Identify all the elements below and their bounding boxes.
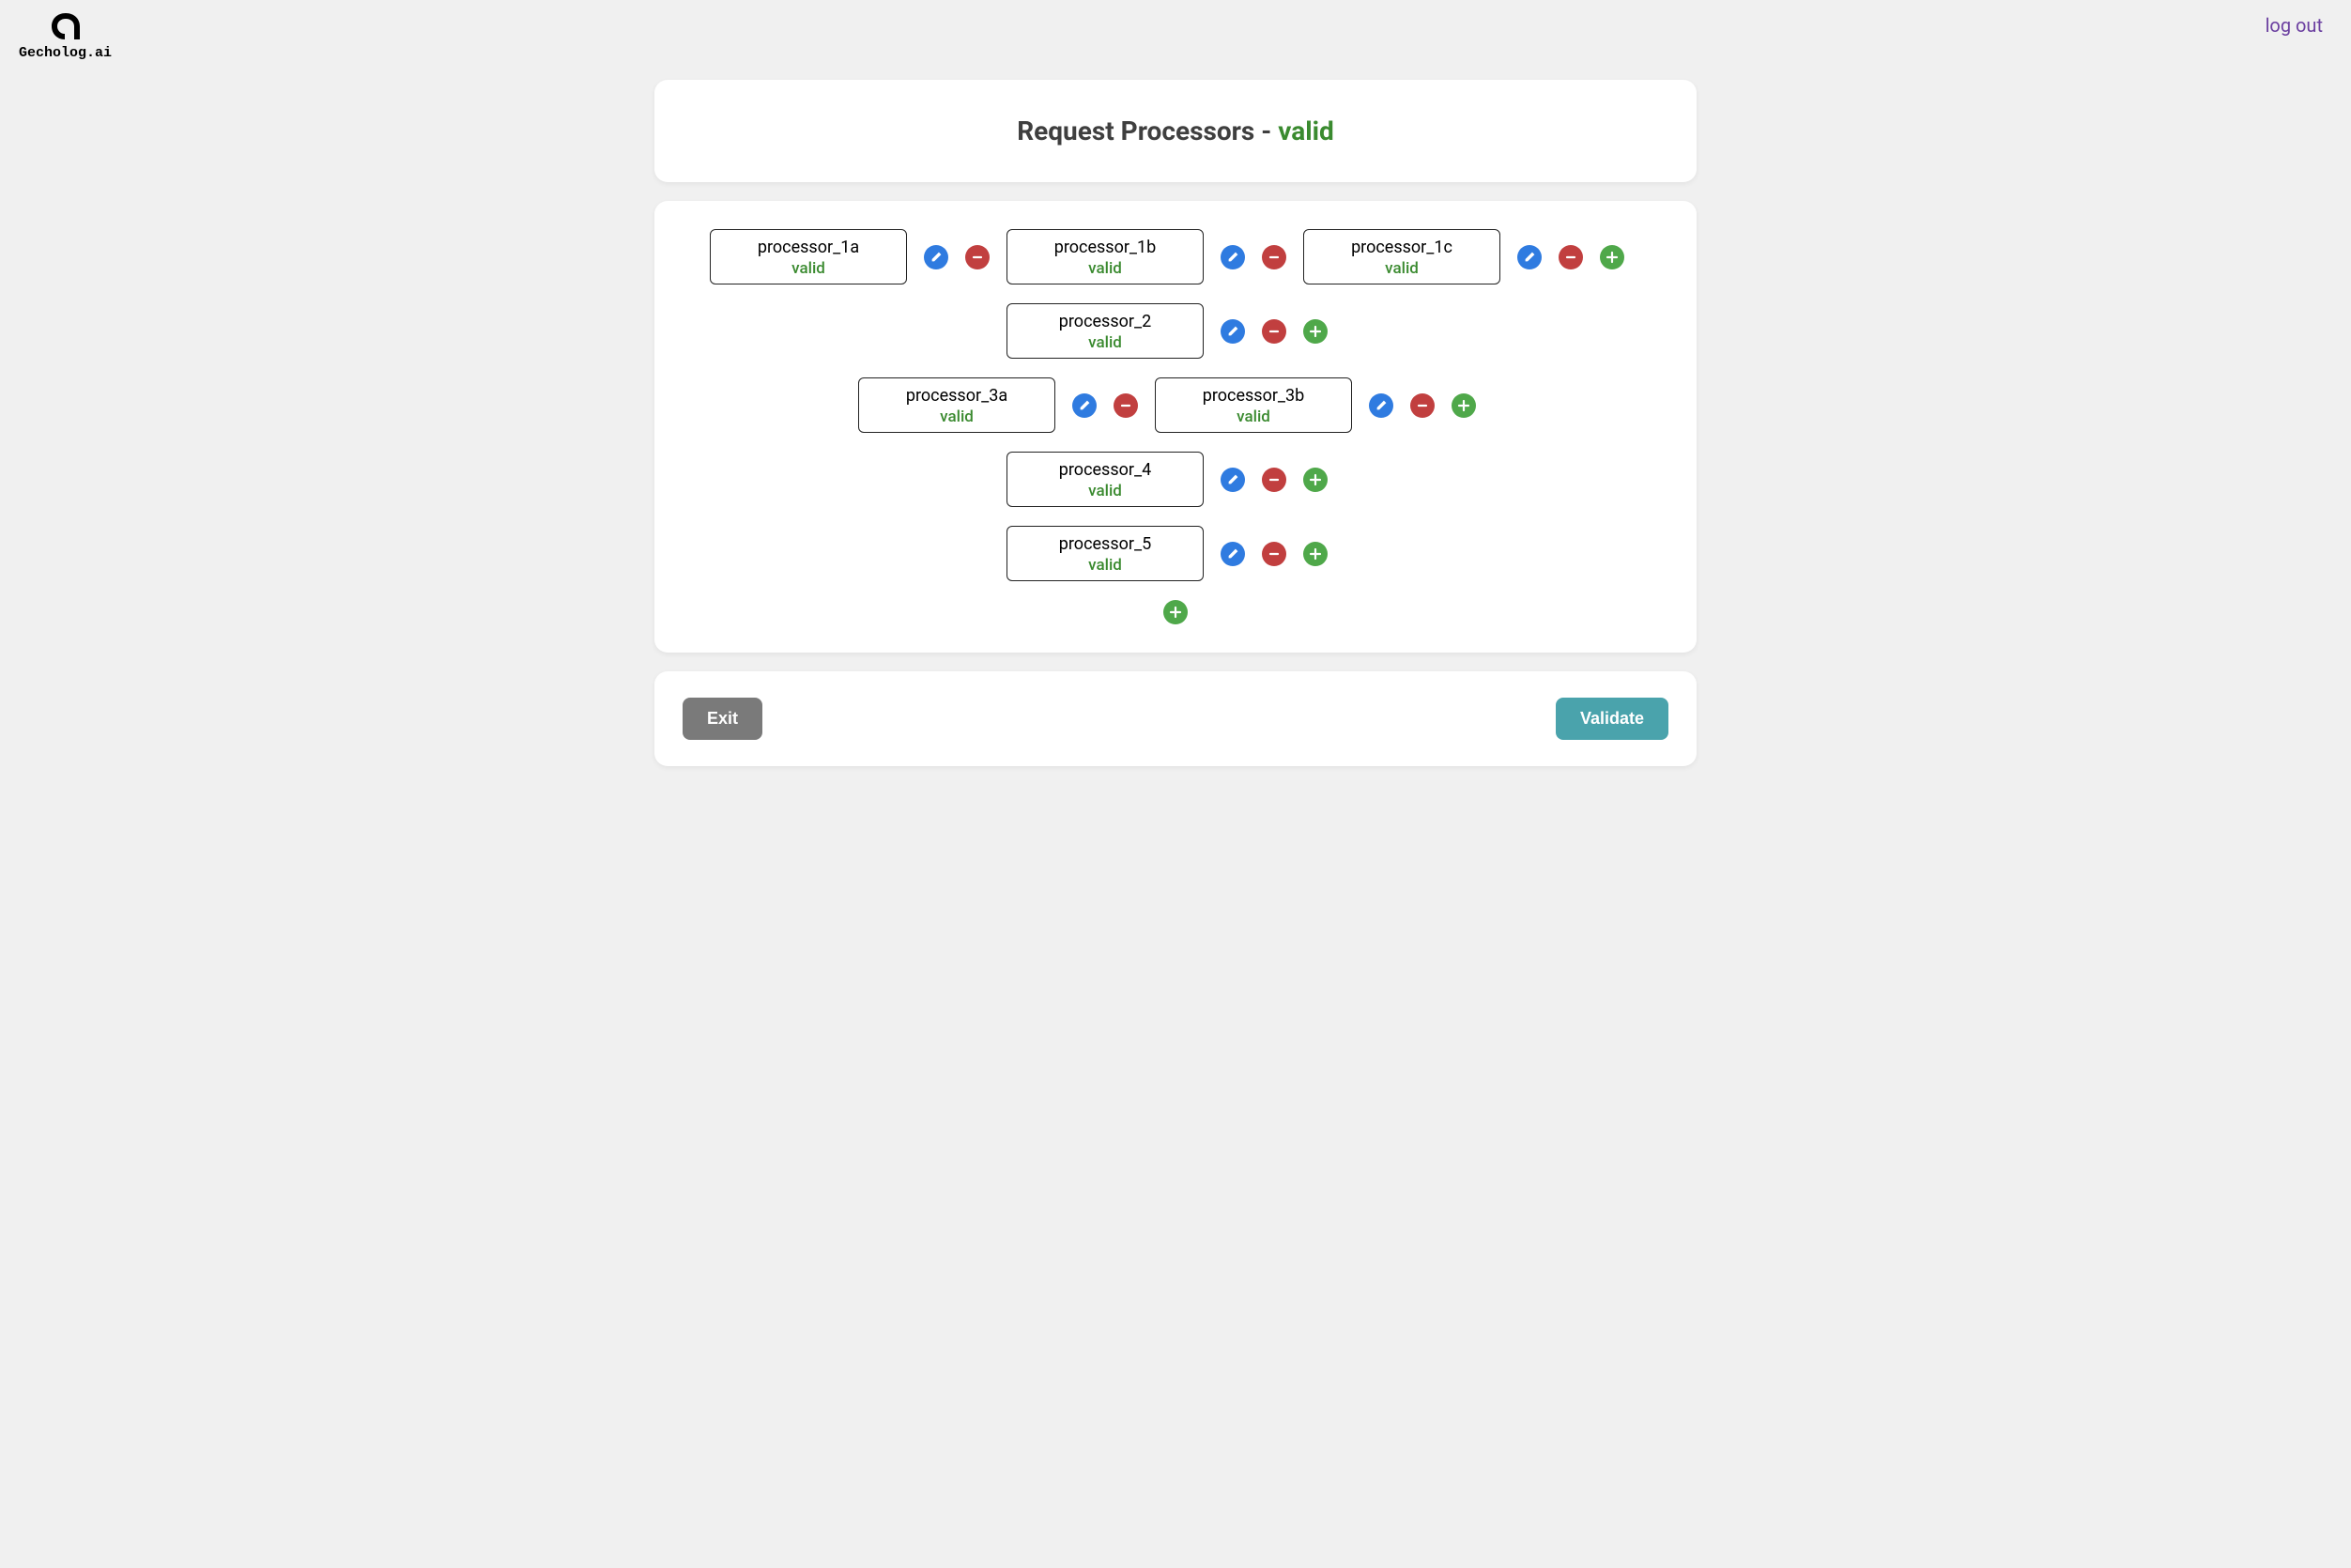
processor-name: processor_2 xyxy=(1017,312,1193,331)
processor-status: valid xyxy=(1314,259,1490,278)
processor-box[interactable]: processor_1bvalid xyxy=(1006,229,1204,284)
add-button[interactable] xyxy=(1303,542,1328,566)
minus-icon xyxy=(1564,251,1577,264)
remove-button[interactable] xyxy=(1410,393,1435,418)
edit-button[interactable] xyxy=(1221,542,1245,566)
processor-box[interactable]: processor_1avalid xyxy=(710,229,907,284)
processor-unit: processor_3bvalid xyxy=(1155,377,1476,433)
add-button[interactable] xyxy=(1600,245,1624,269)
plus-icon xyxy=(1309,547,1322,561)
processor-box[interactable]: processor_3avalid xyxy=(858,377,1055,433)
processor-unit: processor_2valid xyxy=(1006,303,1328,359)
processor-box[interactable]: processor_3bvalid xyxy=(1155,377,1352,433)
edit-button[interactable] xyxy=(1221,245,1245,269)
footer-card: Exit Validate xyxy=(654,671,1697,766)
processor-status: valid xyxy=(1165,407,1342,426)
add-button[interactable] xyxy=(1303,319,1328,344)
processor-name: processor_1a xyxy=(720,238,897,257)
pencil-icon xyxy=(930,251,943,263)
edit-button[interactable] xyxy=(1369,393,1393,418)
processor-status: valid xyxy=(868,407,1045,426)
processor-name: processor_1b xyxy=(1017,238,1193,257)
processor-status: valid xyxy=(1017,482,1193,500)
minus-icon xyxy=(1119,399,1132,412)
remove-button[interactable] xyxy=(1262,245,1286,269)
processor-box[interactable]: processor_1cvalid xyxy=(1303,229,1500,284)
processor-box[interactable]: processor_5valid xyxy=(1006,526,1204,581)
remove-button[interactable] xyxy=(1559,245,1583,269)
remove-button[interactable] xyxy=(1262,319,1286,344)
brand-logo: Gecholog.ai xyxy=(19,9,112,61)
minus-icon xyxy=(1268,325,1281,338)
minus-icon xyxy=(1416,399,1429,412)
page-status: valid xyxy=(1278,115,1334,146)
processor-row: processor_5valid xyxy=(692,526,1659,581)
processor-status: valid xyxy=(1017,556,1193,575)
processor-unit: processor_3avalid xyxy=(858,377,1138,433)
remove-button[interactable] xyxy=(1262,468,1286,492)
pencil-icon xyxy=(1524,251,1536,263)
exit-button[interactable]: Exit xyxy=(683,698,762,740)
processor-name: processor_3a xyxy=(868,386,1045,406)
minus-icon xyxy=(1268,547,1281,561)
processor-row: processor_3avalidprocessor_3bvalid xyxy=(692,377,1659,433)
processor-row: processor_2valid xyxy=(692,303,1659,359)
pencil-icon xyxy=(1227,251,1239,263)
edit-button[interactable] xyxy=(1072,393,1097,418)
add-button[interactable] xyxy=(1303,468,1328,492)
header-card: Request Processors - valid xyxy=(654,80,1697,182)
brand-name: Gecholog.ai xyxy=(19,45,112,61)
edit-button[interactable] xyxy=(1517,245,1542,269)
remove-button[interactable] xyxy=(1114,393,1138,418)
logo-icon xyxy=(44,9,87,43)
page-title-text: Request Processors - xyxy=(1017,115,1278,146)
pencil-icon xyxy=(1375,399,1388,411)
edit-button[interactable] xyxy=(924,245,948,269)
pencil-icon xyxy=(1227,547,1239,560)
plus-icon xyxy=(1309,325,1322,338)
processor-box[interactable]: processor_4valid xyxy=(1006,452,1204,507)
processor-name: processor_1c xyxy=(1314,238,1490,257)
processor-name: processor_4 xyxy=(1017,460,1193,480)
remove-button[interactable] xyxy=(965,245,990,269)
page-title: Request Processors - valid xyxy=(673,115,1678,146)
plus-icon xyxy=(1169,606,1182,619)
plus-icon xyxy=(1457,399,1470,412)
processor-unit: processor_1avalid xyxy=(710,229,990,284)
processor-unit: processor_1cvalid xyxy=(1303,229,1624,284)
processor-status: valid xyxy=(1017,259,1193,278)
processor-row: processor_4valid xyxy=(692,452,1659,507)
remove-button[interactable] xyxy=(1262,542,1286,566)
pencil-icon xyxy=(1227,325,1239,337)
plus-icon xyxy=(1606,251,1619,264)
add-button[interactable] xyxy=(1452,393,1476,418)
pencil-icon xyxy=(1227,473,1239,485)
minus-icon xyxy=(1268,251,1281,264)
processor-name: processor_5 xyxy=(1017,534,1193,554)
processor-unit: processor_4valid xyxy=(1006,452,1328,507)
processors-card: processor_1avalidprocessor_1bvalidproces… xyxy=(654,201,1697,653)
edit-button[interactable] xyxy=(1221,468,1245,492)
processor-name: processor_3b xyxy=(1165,386,1342,406)
processor-row: processor_1avalidprocessor_1bvalidproces… xyxy=(692,229,1659,284)
pencil-icon xyxy=(1079,399,1091,411)
validate-button[interactable]: Validate xyxy=(1556,698,1668,740)
minus-icon xyxy=(971,251,984,264)
edit-button[interactable] xyxy=(1221,319,1245,344)
processor-unit: processor_1bvalid xyxy=(1006,229,1286,284)
minus-icon xyxy=(1268,473,1281,486)
processor-status: valid xyxy=(720,259,897,278)
processor-box[interactable]: processor_2valid xyxy=(1006,303,1204,359)
processor-unit: processor_5valid xyxy=(1006,526,1328,581)
plus-icon xyxy=(1309,473,1322,486)
add-row-button[interactable] xyxy=(1163,600,1188,624)
processor-status: valid xyxy=(1017,333,1193,352)
logout-link[interactable]: log out xyxy=(2256,9,2332,41)
